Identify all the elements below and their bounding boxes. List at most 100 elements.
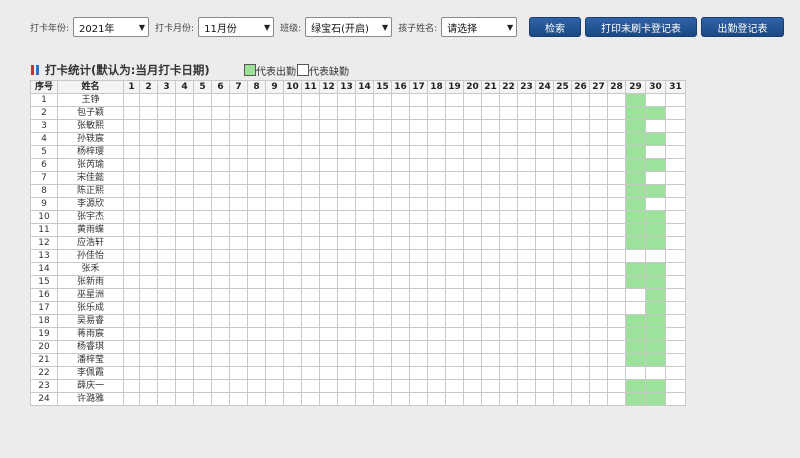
print-unswiped-register-button[interactable]: 打印未刷卡登记表: [585, 17, 697, 37]
day-cell: [481, 249, 500, 263]
day-cell: [283, 353, 302, 367]
day-cell: [553, 210, 572, 224]
day-cell: [319, 301, 338, 315]
day-cell: [517, 366, 536, 380]
day-cell: [499, 158, 518, 172]
day-cell: [571, 340, 590, 354]
row-seq: 11: [30, 223, 58, 237]
day-cell: [301, 119, 320, 133]
day-cell-present: [625, 236, 646, 250]
day-cell: [283, 132, 302, 146]
day-cell: [283, 314, 302, 328]
day-cell: [463, 197, 482, 211]
section-title: 打卡统计(默认为:当月打卡日期): [45, 63, 210, 77]
column-header-day: 19: [445, 80, 464, 94]
day-cell: [139, 249, 158, 263]
day-cell: [607, 353, 626, 367]
day-cell: [229, 379, 248, 393]
attendance-register-button[interactable]: 出勤登记表: [701, 17, 784, 37]
day-cell: [337, 288, 356, 302]
day-cell: [139, 327, 158, 341]
day-cell: [427, 340, 446, 354]
day-cell: [301, 106, 320, 120]
day-cell: [445, 353, 464, 367]
day-cell: [247, 262, 266, 276]
day-cell: [589, 236, 608, 250]
row-name: 巫星洲: [57, 288, 124, 302]
day-cell: [355, 301, 374, 315]
day-cell: [463, 379, 482, 393]
table-row: 13 孙佳怡: [30, 249, 686, 263]
day-cell: [463, 184, 482, 198]
row-name: 包子颖: [57, 106, 124, 120]
day-cell: [355, 366, 374, 380]
day-cell: [427, 158, 446, 172]
day-cell: [247, 184, 266, 198]
day-cell: [409, 275, 428, 289]
day-cell: [211, 171, 230, 185]
day-cell: [301, 379, 320, 393]
day-cell: [665, 262, 686, 276]
day-cell: [301, 366, 320, 380]
day-cell: [157, 184, 176, 198]
search-button[interactable]: 检索: [529, 17, 581, 37]
day-cell: [373, 119, 392, 133]
year-select[interactable]: 2021年 ▼: [73, 17, 150, 37]
row-seq: 18: [30, 314, 58, 328]
day-cell: [499, 262, 518, 276]
day-cell-absent: [625, 249, 646, 263]
day-cell: [607, 301, 626, 315]
day-cell: [373, 249, 392, 263]
day-cell: [665, 314, 686, 328]
table-row: 11 黄雨蝶: [30, 223, 686, 237]
day-cell: [337, 93, 356, 107]
day-cell: [355, 379, 374, 393]
day-cell: [427, 275, 446, 289]
day-cell: [355, 132, 374, 146]
day-cell-present: [645, 106, 666, 120]
day-cell: [427, 262, 446, 276]
day-cell: [499, 314, 518, 328]
day-cell: [373, 223, 392, 237]
day-cell: [211, 145, 230, 159]
day-cell: [535, 106, 554, 120]
day-cell-absent: [645, 145, 666, 159]
row-seq: 5: [30, 145, 58, 159]
day-cell: [283, 288, 302, 302]
day-cell: [265, 392, 284, 406]
day-cell: [463, 392, 482, 406]
day-cell: [139, 93, 158, 107]
day-cell: [517, 171, 536, 185]
day-cell: [445, 93, 464, 107]
day-cell: [427, 93, 446, 107]
day-cell: [589, 275, 608, 289]
day-cell: [409, 340, 428, 354]
month-select[interactable]: 11月份 ▼: [198, 17, 275, 37]
day-cell: [337, 366, 356, 380]
day-cell: [535, 314, 554, 328]
day-cell: [211, 158, 230, 172]
class-select[interactable]: 绿宝石(开启) ▼: [305, 17, 393, 37]
day-cell: [571, 184, 590, 198]
day-cell: [211, 184, 230, 198]
day-cell: [373, 275, 392, 289]
day-cell: [175, 288, 194, 302]
day-cell: [175, 158, 194, 172]
day-cell: [193, 327, 212, 341]
day-cell: [193, 93, 212, 107]
day-cell: [589, 288, 608, 302]
day-cell: [193, 366, 212, 380]
day-cell: [229, 119, 248, 133]
day-cell: [283, 106, 302, 120]
day-cell: [211, 275, 230, 289]
day-cell: [247, 275, 266, 289]
column-header-day: 12: [319, 80, 338, 94]
day-cell: [665, 223, 686, 237]
day-cell: [665, 184, 686, 198]
day-cell: [229, 106, 248, 120]
child-name-select[interactable]: 请选择 ▼: [441, 17, 518, 37]
day-cell: [499, 93, 518, 107]
column-header-day: 5: [193, 80, 212, 94]
day-cell: [607, 210, 626, 224]
day-cell: [517, 145, 536, 159]
